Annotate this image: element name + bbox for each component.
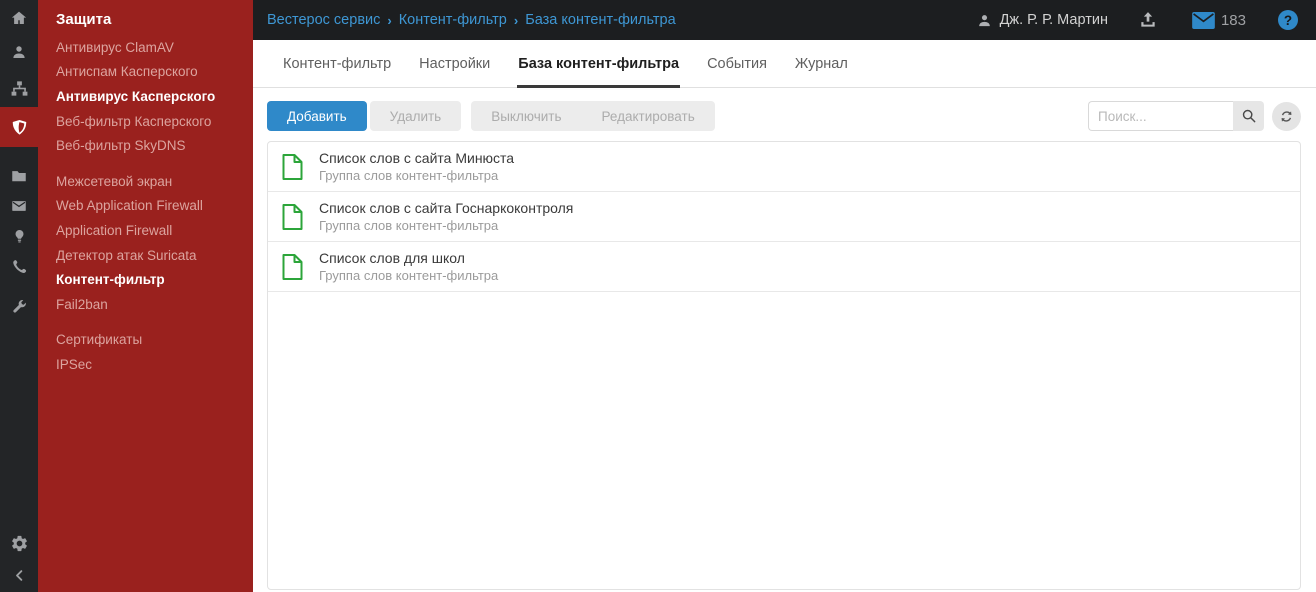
list-item-subtitle: Группа слов контент-фильтра	[319, 217, 499, 233]
list-item-subtitle: Группа слов контент-фильтра	[319, 267, 499, 283]
lightbulb-icon[interactable]	[0, 221, 38, 251]
network-sitemap-icon[interactable]	[0, 73, 38, 103]
user-menu[interactable]: Дж. Р. Р. Мартин	[976, 12, 1108, 29]
tab-bar: Контент-фильтр Настройки База контент-фи…	[253, 40, 1316, 88]
collapse-sidebar-icon[interactable]	[0, 560, 38, 590]
refresh-icon	[1281, 110, 1292, 122]
sidebar-item-antivirus-clamav[interactable]: Антивирус ClamAV	[38, 35, 253, 60]
refresh-button[interactable]	[1272, 101, 1301, 131]
app-root: Защита Антивирус ClamAV Антиспам Касперс…	[0, 0, 1316, 592]
list-item-text: Список слов с сайта Минюста Группа слов …	[319, 150, 514, 184]
sidebar-item-application-firewall[interactable]: Application Firewall	[38, 218, 253, 243]
home-icon[interactable]	[0, 3, 38, 33]
breadcrumb-separator-icon: ›	[513, 12, 519, 28]
topbar-right: Дж. Р. Р. Мартин 183 ?	[976, 10, 1306, 30]
tab-events[interactable]: События	[706, 40, 768, 88]
list-item-schools[interactable]: Список слов для школ Группа слов контент…	[268, 242, 1300, 292]
disable-button[interactable]: Выключить	[471, 101, 581, 131]
sidebar-item-suricata[interactable]: Детектор атак Suricata	[38, 243, 253, 268]
sidebar-item-antispam-kaspersky[interactable]: Антиспам Касперского	[38, 60, 253, 85]
list-item-text: Список слов с сайта Госнаркоконтроля Гру…	[319, 200, 573, 234]
toolbar: Добавить Удалить Выключить Редактировать	[267, 101, 1301, 131]
messages-button[interactable]: 183	[1192, 11, 1246, 29]
add-button[interactable]: Добавить	[267, 101, 367, 131]
edit-button[interactable]: Редактировать	[581, 101, 714, 131]
list-item-subtitle: Группа слов контент-фильтра	[319, 167, 499, 183]
sidebar-item-firewall[interactable]: Межсетевой экран	[38, 169, 253, 194]
sidebar-item-ipsec[interactable]: IPSec	[38, 352, 253, 377]
sidebar-item-webfilter-skydns[interactable]: Веб-фильтр SkyDNS	[38, 133, 253, 158]
mail-icon[interactable]	[0, 191, 38, 221]
topbar: Вестерос сервис › Контент-фильтр › База …	[253, 0, 1316, 40]
tab-content-filter-base[interactable]: База контент-фильтра	[517, 40, 681, 88]
sidebar-section-header: Защита	[56, 11, 112, 28]
file-icon	[281, 153, 304, 181]
list-item-title: Список слов для школ	[319, 249, 465, 266]
tab-content-filter[interactable]: Контент-фильтр	[282, 40, 392, 88]
unread-count: 183	[1220, 11, 1246, 29]
phone-icon[interactable]	[0, 251, 38, 281]
search-button[interactable]	[1233, 101, 1264, 131]
upload-icon[interactable]	[1138, 10, 1158, 30]
wrench-icon[interactable]	[0, 291, 38, 321]
list-item-text: Список слов для школ Группа слов контент…	[319, 250, 498, 284]
sidebar-item-web-application-firewall[interactable]: Web Application Firewall	[38, 194, 253, 219]
breadcrumb-section[interactable]: Контент-фильтр	[399, 12, 507, 28]
list-item-title: Список слов с сайта Минюста	[319, 149, 515, 166]
tab-log[interactable]: Журнал	[794, 40, 849, 88]
list-item-gosnarkokontrol[interactable]: Список слов с сайта Госнаркоконтроля Гру…	[268, 192, 1300, 242]
sidebar-item-antivirus-kaspersky[interactable]: Антивирус Касперского	[38, 84, 253, 109]
breadcrumb-page[interactable]: База контент-фильтра	[525, 12, 675, 28]
list-item-minjust[interactable]: Список слов с сайта Минюста Группа слов …	[268, 142, 1300, 192]
user-avatar-icon	[978, 14, 990, 26]
breadcrumb: Вестерос сервис › Контент-фильтр › База …	[267, 12, 676, 28]
breadcrumb-server[interactable]: Вестерос сервис	[267, 12, 380, 28]
content-filter-list: Список слов с сайта Минюста Группа слов …	[267, 141, 1301, 590]
search-box	[1088, 101, 1264, 131]
list-item-title: Список слов с сайта Госнаркоконтроля	[319, 199, 574, 216]
sidebar-item-certificates[interactable]: Сертификаты	[38, 328, 253, 353]
security-shield-icon[interactable]	[0, 107, 38, 147]
question-glyph: ?	[1283, 12, 1293, 28]
users-icon[interactable]	[0, 37, 38, 67]
user-name: Дж. Р. Р. Мартин	[999, 12, 1108, 28]
file-icon	[281, 253, 304, 281]
help-button[interactable]: ?	[1278, 10, 1298, 30]
main-content: Контент-фильтр Настройки База контент-фи…	[253, 40, 1316, 592]
search-input[interactable]	[1088, 101, 1233, 131]
mail-envelope-icon	[1192, 11, 1215, 29]
icon-rail	[0, 0, 38, 592]
delete-button[interactable]: Удалить	[369, 101, 462, 131]
sidebar-item-fail2ban[interactable]: Fail2ban	[38, 292, 253, 317]
sidebar-item-webfilter-kaspersky[interactable]: Веб-фильтр Касперского	[38, 109, 253, 134]
folder-icon[interactable]	[0, 161, 38, 191]
secondary-actions-group: Выключить Редактировать	[471, 101, 715, 131]
breadcrumb-separator-icon: ›	[387, 12, 392, 28]
file-icon	[281, 203, 304, 231]
sidebar-security-menu: Защита Антивирус ClamAV Антиспам Касперс…	[38, 0, 253, 592]
toolbar-right	[1088, 101, 1301, 131]
tab-settings[interactable]: Настройки	[418, 40, 491, 88]
search-icon	[1242, 109, 1255, 123]
gear-icon[interactable]	[0, 528, 38, 558]
sidebar-item-content-filter[interactable]: Контент-фильтр	[38, 267, 253, 292]
